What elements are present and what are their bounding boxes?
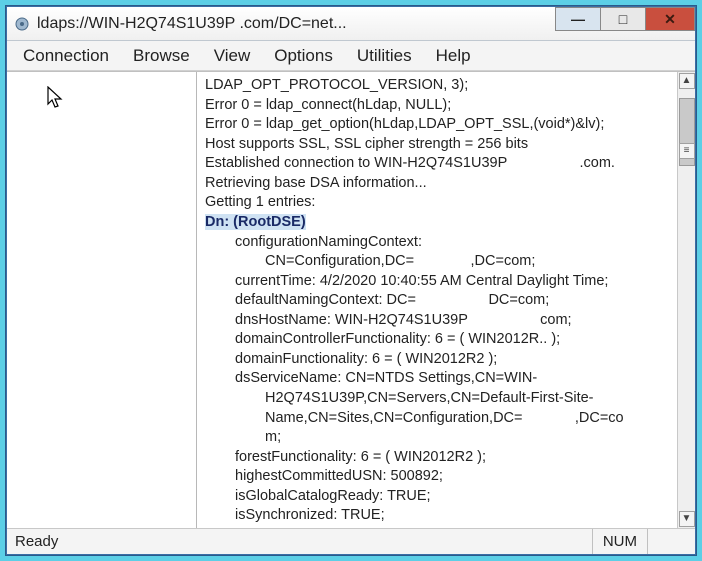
minimize-button[interactable]: — [555,7,601,31]
maximize-button[interactable]: □ [600,7,646,31]
status-text: Ready [15,533,58,550]
menubar: Connection Browse View Options Utilities… [7,41,695,71]
close-button[interactable]: ✕ [645,7,695,31]
statusbar: Ready NUM [7,528,695,554]
output-log[interactable]: LDAP_OPT_PROTOCOL_VERSION, 3); Error 0 =… [197,72,677,528]
scroll-menu-button[interactable]: ≡ [679,143,695,159]
vertical-scrollbar[interactable]: ▲ ≡ ▼ [677,72,695,528]
menu-options[interactable]: Options [262,44,345,68]
main-pane: LDAP_OPT_PROTOCOL_VERSION, 3); Error 0 =… [197,72,695,528]
scroll-down-button[interactable]: ▼ [679,511,695,527]
mouse-cursor-icon [47,86,65,116]
scroll-up-button[interactable]: ▲ [679,73,695,89]
menu-connection[interactable]: Connection [11,44,121,68]
window-controls: — □ ✕ [556,7,695,40]
scroll-track[interactable]: ≡ [679,90,695,510]
app-icon [13,15,31,33]
body: LDAP_OPT_PROTOCOL_VERSION, 3); Error 0 =… [7,71,695,528]
window-title: ldaps://WIN-H2Q74S1U39P .com/DC=net... [37,15,556,33]
menu-view[interactable]: View [202,44,263,68]
app-window: ldaps://WIN-H2Q74S1U39P .com/DC=net... —… [6,6,696,555]
status-num: NUM [592,529,647,554]
menu-help[interactable]: Help [424,44,483,68]
titlebar[interactable]: ldaps://WIN-H2Q74S1U39P .com/DC=net... —… [7,7,695,41]
menu-utilities[interactable]: Utilities [345,44,424,68]
status-empty [647,529,687,554]
menu-browse[interactable]: Browse [121,44,202,68]
tree-pane[interactable] [7,72,197,528]
